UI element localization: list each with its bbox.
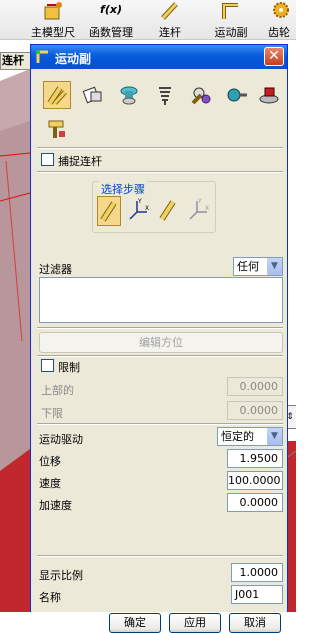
edit-orientation-button[interactable]: 编辑方位 [39,332,283,353]
close-button[interactable]: ✕ [264,47,284,66]
dialog-body: 捕捉连杆 选择步骤 Y X Y X 过滤器 任何 ▼ 编辑方位 限制 上部的 0… [35,71,283,633]
separator [37,147,283,149]
gear-icon [273,2,289,18]
acceleration-label: 加速度 [39,499,72,512]
toolbar-label: 运动副 [214,26,248,39]
apply-button[interactable]: 应用 [169,613,221,633]
slider-joint-icon [82,86,102,104]
joint-type-palette [39,79,279,143]
displacement-label: 位移 [39,455,61,468]
joint-dialog: 运动副 ✕ 捕捉连杆 选择步骤 Y X Y X 过滤器 任何 ▼ 编辑方位 限制… [30,44,288,633]
svg-text:Y: Y [197,198,202,205]
second-origin-step-icon: Y X [189,198,209,220]
driver-select[interactable]: 恒定的 ▼ [217,427,283,446]
first-link-step-button[interactable] [97,196,121,226]
first-origin-step-icon: Y X [129,198,149,220]
separator [37,423,283,425]
chevron-down-icon: ▼ [266,428,282,445]
display-scale-label: 显示比例 [39,569,83,582]
screw-joint-icon [159,87,171,105]
separator [37,355,283,357]
cylindrical-joint-icon [120,86,138,105]
universal-joint-icon [191,87,211,105]
toolbar-label: 主模型尺 [31,26,75,39]
cancel-button[interactable]: 取消 [229,613,281,633]
svg-text:Y: Y [137,198,142,205]
snap-link-checkbox[interactable] [41,153,54,166]
filter-label: 过滤器 [39,263,72,276]
fixed-joint-icon [48,120,65,138]
chevron-down-icon: ▼ [266,258,282,275]
toolbar-label: 齿轮 [268,26,290,39]
driver-select-value: 恒定的 [221,430,254,443]
dialog-titlebar[interactable]: 运动副 ✕ [31,45,287,69]
joint-icon [222,3,238,19]
ok-button[interactable]: 确定 [109,613,161,633]
displacement-field[interactable]: 1.9500 [227,449,283,468]
function-manager-icon: f(x) [100,3,122,16]
name-label: 名称 [39,591,61,604]
toolbar-joint-button[interactable]: 运动副 [208,0,254,40]
joint-app-icon [36,50,48,63]
selection-steps-title: 选择步骤 [99,181,147,197]
fixed-joint-button[interactable] [43,115,71,143]
first-origin-step-button[interactable]: Y X [127,196,151,226]
driver-label: 运动驱动 [39,433,83,446]
limits-checkbox[interactable] [41,359,54,372]
revolute-joint-button[interactable] [43,81,71,109]
slider-joint-button[interactable] [79,81,107,109]
selection-list[interactable] [39,277,283,323]
second-origin-step-button[interactable]: Y X [187,196,211,226]
acceleration-field[interactable]: 0.0000 [227,493,283,512]
filter-select[interactable]: 任何 ▼ [233,257,283,276]
main-toolbar: 主模型尺 f(x) 函数管理 连杆 运动副 齿轮 [0,0,296,40]
first-link-step-icon [100,201,117,222]
planar-joint-button[interactable] [255,81,283,109]
universal-joint-button[interactable] [187,81,215,109]
svg-text:X: X [145,205,149,212]
second-link-step-button[interactable] [157,196,181,226]
dialog-title: 运动副 [55,52,92,66]
model-dimension-icon [44,2,62,20]
snap-link-label: 捕捉连杆 [58,155,102,168]
lower-limit-label: 下限 [41,407,63,420]
name-field[interactable]: J001 [231,585,283,604]
toolbar-link-button[interactable]: 连杆 [152,0,188,40]
upper-limit-label: 上部的 [41,384,74,397]
toolbar-label: 连杆 [159,26,181,39]
toolbar-function-manager-button[interactable]: f(x) 函数管理 [84,0,138,40]
separator [37,327,283,329]
velocity-field[interactable]: 100.0000 [227,471,283,490]
toolbar-label: 函数管理 [89,26,133,39]
toolbar-model-dimension-button[interactable]: 主模型尺 [28,0,78,40]
planar-joint-icon [259,87,279,104]
separator [37,555,283,557]
link-icon [161,2,178,20]
second-link-step-icon [159,200,176,221]
svg-text:X: X [205,205,209,212]
screw-joint-button[interactable] [151,81,179,109]
upper-limit-field[interactable]: 0.0000 [227,377,283,396]
selection-steps-group: 选择步骤 Y X Y X [92,181,216,233]
limits-label: 限制 [58,361,80,374]
revolute-joint-icon [47,86,67,105]
toolbar-gear-button[interactable]: 齿轮 [266,0,296,40]
filter-select-value: 任何 [237,260,259,273]
lower-limit-field[interactable]: 0.0000 [227,401,283,420]
spherical-joint-icon [227,88,247,102]
velocity-label: 速度 [39,477,61,490]
cylindrical-joint-button[interactable] [115,81,143,109]
spherical-joint-button[interactable] [223,81,251,109]
display-scale-field[interactable]: 1.0000 [231,563,283,582]
separator [37,171,283,173]
